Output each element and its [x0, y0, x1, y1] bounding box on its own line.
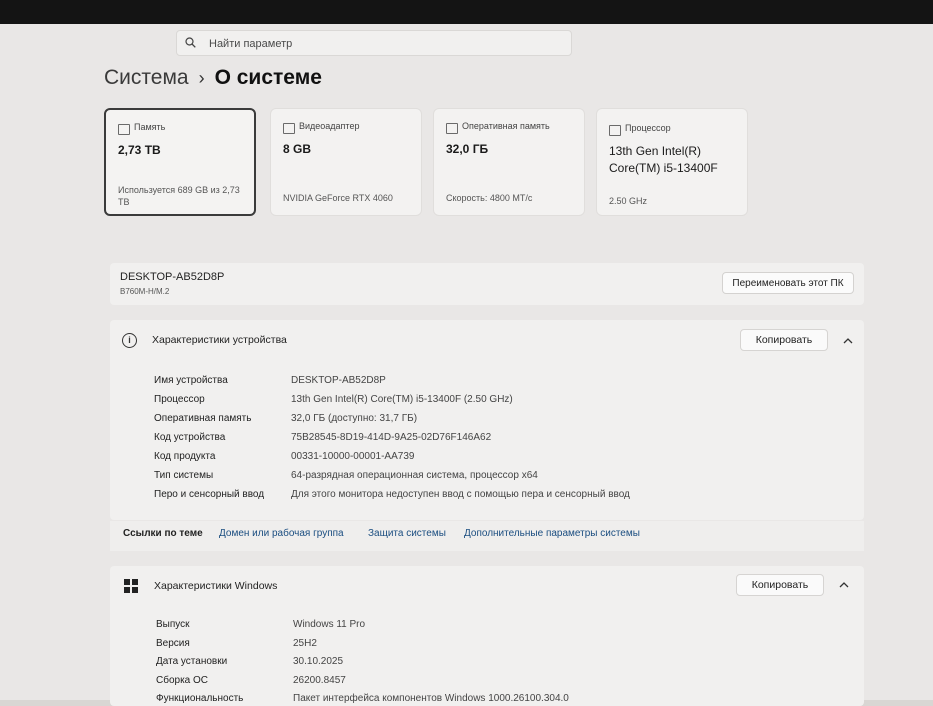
- card-ram[interactable]: Оперативная память 32,0 ГБ Скорость: 480…: [433, 108, 585, 216]
- spec-value: 00331-10000-00001-AA739: [291, 451, 415, 462]
- card-label: Оперативная память: [462, 121, 550, 131]
- copy-windows-specs-button[interactable]: Копировать: [736, 574, 824, 596]
- spec-label: Процессор: [154, 394, 205, 405]
- spec-value: 26200.8457: [293, 675, 346, 686]
- spec-value: Пакет интерфейса компонентов Windows 100…: [293, 693, 569, 704]
- card-detail: NVIDIA GeForce RTX 4060: [283, 193, 393, 203]
- screen-top-edge: [0, 0, 933, 24]
- card-cpu[interactable]: Процессор 13th Gen Intel(R) Core(TM) i5-…: [596, 108, 748, 216]
- spec-label: Тип системы: [154, 470, 214, 481]
- rename-pc-button[interactable]: Переименовать этот ПК: [722, 272, 854, 294]
- spec-label: Версия: [156, 638, 190, 649]
- device-specs-header[interactable]: i Характеристики устройства Копировать: [110, 320, 864, 360]
- link-domain-workgroup[interactable]: Домен или рабочая группа: [219, 528, 344, 539]
- card-gpu[interactable]: Видеоадаптер 8 GB NVIDIA GeForce RTX 406…: [270, 108, 422, 216]
- spec-value: 64-разрядная операционная система, проце…: [291, 470, 538, 481]
- section-title: Характеристики устройства: [152, 334, 287, 346]
- settings-window: Система › О системе Память 2,73 TB Использ…: [0, 24, 933, 706]
- card-value: 13th Gen Intel(R) Core(TM) i5-13400F: [609, 144, 718, 175]
- cpu-icon: [609, 125, 621, 136]
- info-icon: i: [122, 333, 137, 348]
- card-label: Память: [134, 122, 166, 132]
- spec-value: 25H2: [293, 638, 317, 649]
- spec-value: 75B28545-8D19-414D-9A25-02D76F146A62: [291, 432, 492, 443]
- spec-label: Перо и сенсорный ввод: [154, 489, 265, 500]
- search-input[interactable]: [207, 33, 561, 55]
- spec-label: Функциональность: [156, 693, 244, 704]
- spec-label: Выпуск: [156, 619, 190, 630]
- card-value: 8 GB: [283, 142, 312, 156]
- spec-label: Оперативная память: [154, 413, 252, 424]
- spec-value: 32,0 ГБ (доступно: 31,7 ГБ): [291, 413, 418, 424]
- copy-device-specs-button[interactable]: Копировать: [740, 329, 828, 351]
- related-links-label: Ссылки по теме: [123, 528, 203, 539]
- card-value: 2,73 TB: [118, 143, 161, 157]
- card-storage[interactable]: Память 2,73 TB Используется 689 GB из 2,…: [104, 108, 256, 216]
- spec-label: Дата установки: [156, 656, 228, 667]
- device-name: DESKTOP-AB52D8P: [120, 271, 225, 283]
- link-advanced-system-settings[interactable]: Дополнительные параметры системы: [464, 528, 640, 539]
- breadcrumb: Система › О системе: [104, 66, 322, 90]
- page-title: О системе: [214, 66, 322, 89]
- spec-label: Имя устройства: [154, 375, 228, 386]
- device-specs-section: i Характеристики устройства Копировать И…: [110, 320, 864, 520]
- spec-value: 30.10.2025: [293, 656, 344, 667]
- search-icon: [185, 37, 196, 48]
- spec-value: 13th Gen Intel(R) Core(TM) i5-13400F (2.…: [291, 394, 513, 405]
- card-detail: 2.50 GHz: [609, 196, 648, 206]
- related-links-row: Ссылки по теме Домен или рабочая группа …: [110, 521, 864, 551]
- device-name-row: DESKTOP-AB52D8P B760M-H/M.2 Переименоват…: [110, 263, 864, 305]
- spec-value: Windows 11 Pro: [293, 619, 366, 630]
- section-title: Характеристики Windows: [154, 580, 278, 592]
- spec-label: Сборка ОС: [156, 675, 209, 686]
- gpu-icon: [283, 123, 295, 134]
- link-system-protection[interactable]: Защита системы: [368, 528, 446, 539]
- windows-specs-section: Характеристики Windows Копировать Выпуск…: [110, 566, 864, 706]
- breadcrumb-separator: ›: [198, 68, 205, 88]
- card-detail: Используется 689 GB из 2,73 TB: [118, 185, 240, 207]
- spec-label: Код продукта: [154, 451, 216, 462]
- storage-icon: [118, 124, 130, 135]
- card-label: Видеоадаптер: [299, 121, 360, 131]
- chevron-up-icon[interactable]: [838, 580, 850, 590]
- breadcrumb-parent[interactable]: Система: [104, 66, 189, 89]
- windows-logo-icon: [124, 579, 138, 593]
- ram-icon: [446, 123, 458, 134]
- card-value: 32,0 ГБ: [446, 142, 489, 156]
- spec-value: DESKTOP-AB52D8P: [291, 375, 386, 386]
- card-label: Процессор: [625, 123, 671, 133]
- chevron-up-icon[interactable]: [842, 336, 854, 346]
- windows-specs-header[interactable]: Характеристики Windows Копировать: [110, 566, 864, 606]
- spec-value: Для этого монитора недоступен ввод с пом…: [291, 489, 630, 500]
- spec-label: Код устройства: [154, 432, 226, 443]
- search-box[interactable]: [176, 30, 572, 56]
- card-detail: Скорость: 4800 MT/c: [446, 193, 533, 203]
- device-model: B760M-H/M.2: [120, 287, 170, 296]
